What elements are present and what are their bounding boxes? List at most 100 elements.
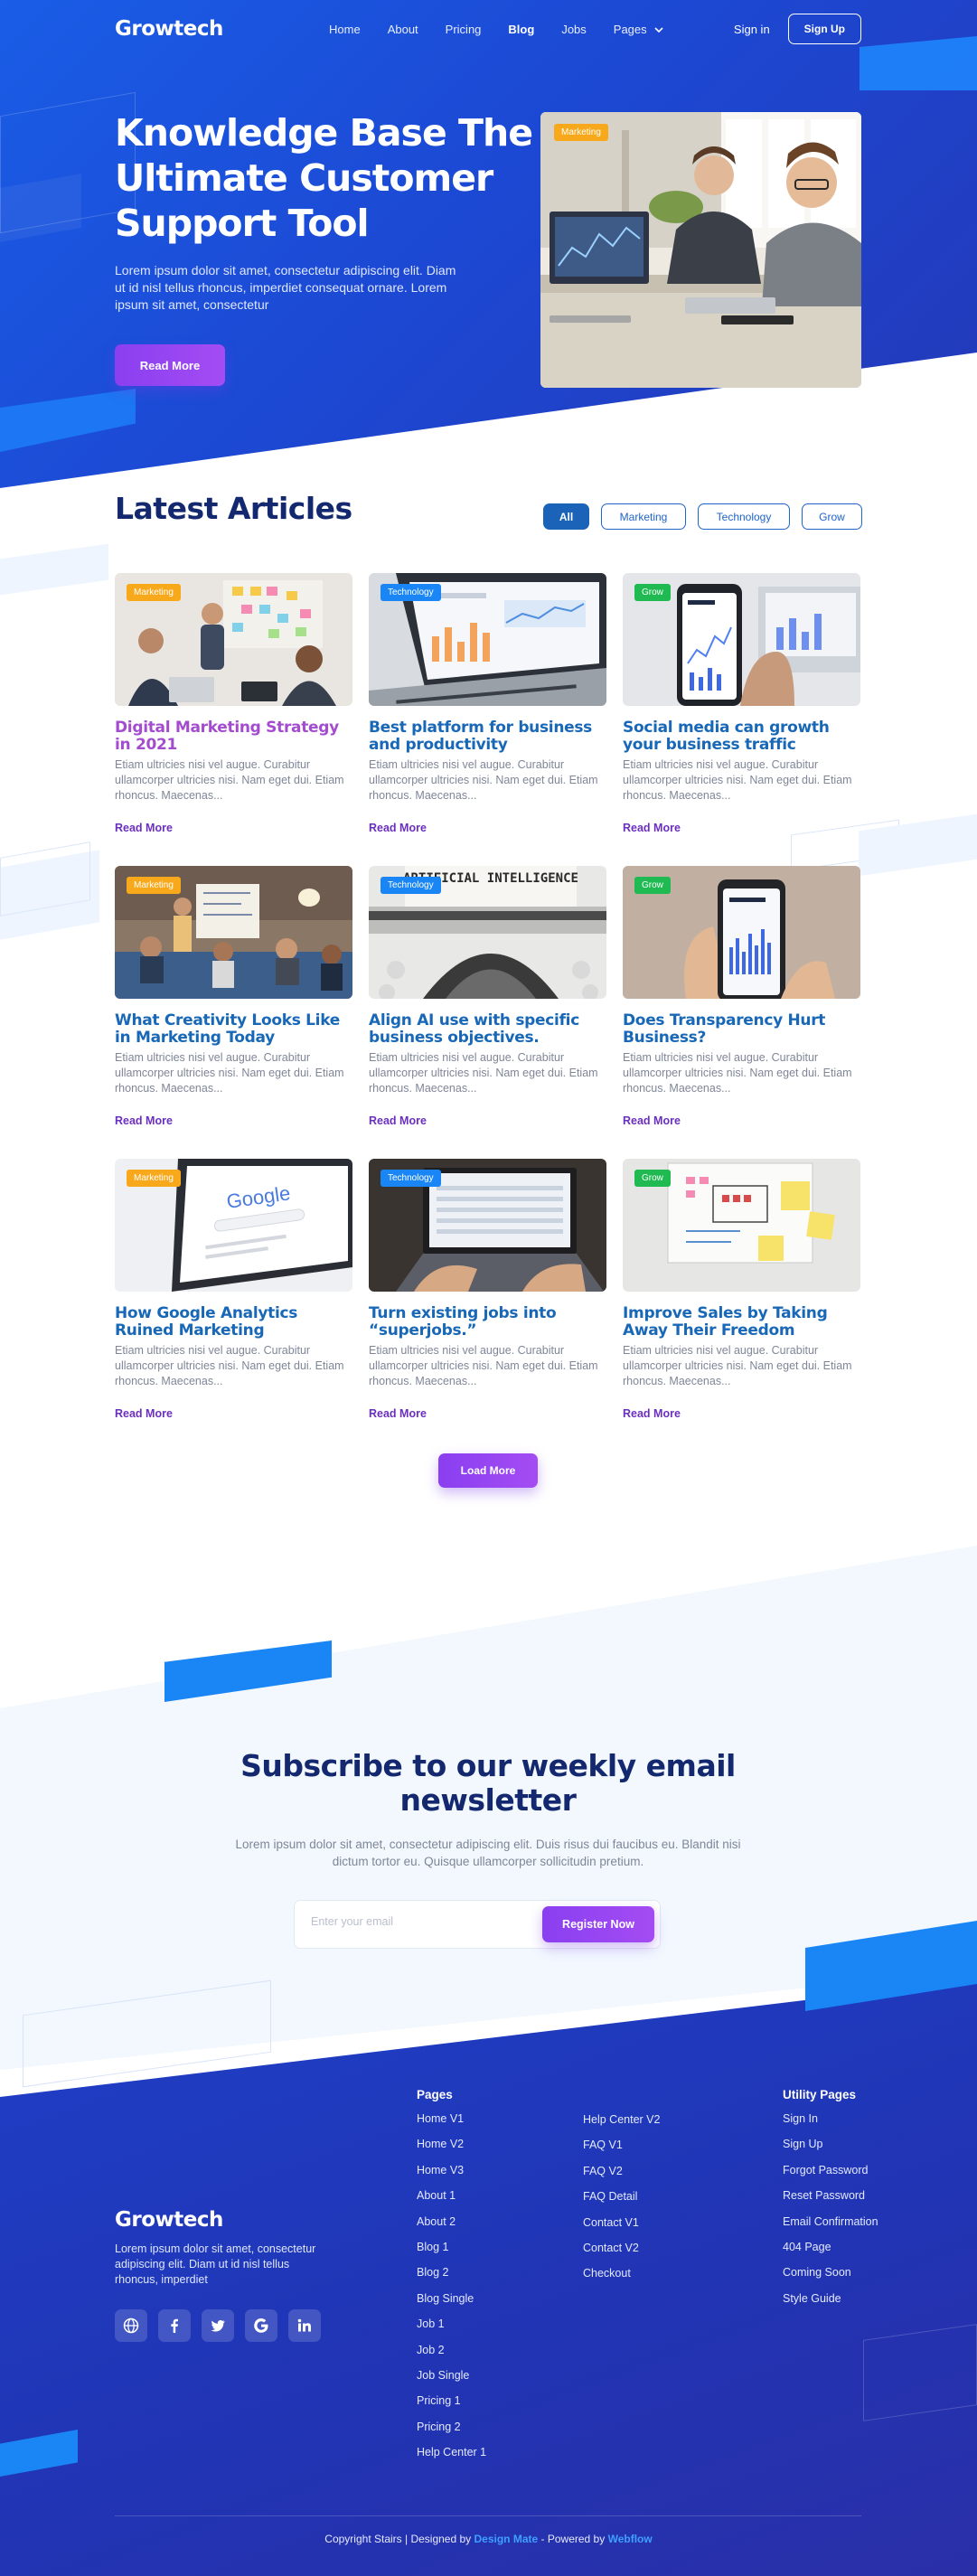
- article-card[interactable]: Technology Turn existing jobs into “supe…: [369, 1159, 606, 1420]
- nav-dropdown-pages[interactable]: Pages: [614, 23, 663, 36]
- footer-link[interactable]: 404 Page: [783, 2241, 878, 2266]
- footer-link[interactable]: Email Confirmation: [783, 2215, 878, 2241]
- footer-link[interactable]: Sign In: [783, 2112, 878, 2138]
- nav-link-home[interactable]: Home: [329, 23, 361, 36]
- footer-link[interactable]: FAQ Detail: [583, 2190, 660, 2215]
- footer-link[interactable]: Job Single: [417, 2369, 486, 2394]
- article-read-more-link[interactable]: Read More: [115, 822, 173, 834]
- register-now-button[interactable]: Register Now: [542, 1906, 654, 1942]
- footer-link[interactable]: FAQ V1: [583, 2139, 660, 2164]
- nav-link-pricing[interactable]: Pricing: [446, 23, 482, 36]
- article-read-more-link[interactable]: Read More: [115, 1407, 173, 1420]
- article-image[interactable]: Google Marketing: [115, 1159, 352, 1292]
- hero-read-more-button[interactable]: Read More: [115, 344, 225, 386]
- article-title[interactable]: Digital Marketing Strategy in 2021: [115, 719, 352, 754]
- footer-link[interactable]: Contact V1: [583, 2216, 660, 2242]
- article-card[interactable]: Marketing Digital Marketing Strategy in …: [115, 573, 352, 834]
- article-title[interactable]: Align AI use with specific business obje…: [369, 1012, 606, 1047]
- office-workers-illustration: [540, 112, 861, 388]
- sign-in-link[interactable]: Sign in: [734, 23, 770, 36]
- article-card[interactable]: Google Marketing How Google Analytics Ru…: [115, 1159, 352, 1420]
- footer-link[interactable]: Style Guide: [783, 2292, 878, 2317]
- social-facebook-button[interactable]: [158, 2309, 191, 2342]
- article-title[interactable]: Does Transparency Hurt Business?: [623, 1012, 860, 1047]
- article-title[interactable]: Turn existing jobs into “superjobs.”: [369, 1305, 606, 1340]
- footer-link[interactable]: Blog 2: [417, 2266, 486, 2291]
- category-filters: All Marketing Technology Grow: [543, 503, 862, 530]
- footer-link[interactable]: Help Center 1: [417, 2446, 486, 2471]
- article-excerpt: Etiam ultricies nisi vel augue. Curabitu…: [623, 758, 852, 802]
- footer-link[interactable]: Pricing 1: [417, 2394, 486, 2420]
- footer-link[interactable]: Reset Password: [783, 2189, 878, 2214]
- category-badge: Technology: [380, 877, 441, 894]
- logo[interactable]: Growtech: [115, 17, 223, 41]
- footer-pages-column: Pages Home V1 Home V2 Home V3 About 1 Ab…: [417, 2088, 486, 2471]
- article-read-more-link[interactable]: Read More: [115, 1114, 173, 1127]
- social-globe-button[interactable]: [115, 2309, 147, 2342]
- footer-logo[interactable]: Growtech: [115, 2208, 223, 2232]
- article-read-more-link[interactable]: Read More: [623, 1114, 681, 1127]
- footer-link[interactable]: Forgot Password: [783, 2164, 878, 2189]
- footer-link[interactable]: Home V2: [417, 2138, 486, 2163]
- footer-link[interactable]: About 2: [417, 2215, 486, 2241]
- footer-link[interactable]: Help Center V2: [583, 2113, 660, 2139]
- article-title[interactable]: Social media can growth your business tr…: [623, 719, 860, 754]
- article-title[interactable]: Improve Sales by Taking Away Their Freed…: [623, 1305, 860, 1340]
- footer-link[interactable]: Home V3: [417, 2164, 486, 2189]
- article-image[interactable]: Marketing: [115, 866, 352, 999]
- article-title[interactable]: How Google Analytics Ruined Marketing: [115, 1305, 352, 1340]
- footer-link[interactable]: Job 2: [417, 2344, 486, 2369]
- article-read-more-link[interactable]: Read More: [369, 1407, 427, 1420]
- webflow-link[interactable]: Webflow: [608, 2533, 653, 2545]
- load-more-button[interactable]: Load More: [438, 1453, 538, 1488]
- article-title[interactable]: What Creativity Looks Like in Marketing …: [115, 1012, 352, 1047]
- email-input[interactable]: [311, 1915, 519, 1928]
- article-card[interactable]: Marketing What Creativity Looks Like in …: [115, 866, 352, 1127]
- footer-link[interactable]: Home V1: [417, 2112, 486, 2138]
- footer-link[interactable]: Job 1: [417, 2317, 486, 2343]
- article-image[interactable]: Marketing: [115, 573, 352, 706]
- article-card[interactable]: ARTIFICIAL INTELLIGENCE Technology Align…: [369, 866, 606, 1127]
- footer-link[interactable]: Checkout: [583, 2267, 660, 2292]
- article-image[interactable]: Grow: [623, 866, 860, 999]
- article-read-more-link[interactable]: Read More: [623, 822, 681, 834]
- article-image[interactable]: Technology: [369, 1159, 606, 1292]
- google-icon: [254, 2318, 268, 2333]
- article-read-more-link[interactable]: Read More: [369, 1114, 427, 1127]
- footer-link[interactable]: Blog Single: [417, 2292, 486, 2317]
- footer-link[interactable]: FAQ V2: [583, 2165, 660, 2190]
- newsletter-form: Register Now: [294, 1900, 661, 1949]
- nav-link-about[interactable]: About: [388, 23, 418, 36]
- article-card[interactable]: Grow Does Transparency Hurt Business? Et…: [623, 866, 860, 1127]
- filter-technology[interactable]: Technology: [698, 503, 790, 530]
- filter-all[interactable]: All: [543, 503, 589, 530]
- footer-description: Lorem ipsum dolor sit amet, consectetur …: [115, 2242, 316, 2286]
- article-card[interactable]: Grow Social media can growth your busine…: [623, 573, 860, 834]
- filter-grow[interactable]: Grow: [802, 503, 862, 530]
- footer-link[interactable]: Sign Up: [783, 2138, 878, 2163]
- article-read-more-link[interactable]: Read More: [623, 1407, 681, 1420]
- page: Growtech Home About Pricing Blog Jobs Pa…: [0, 0, 977, 2576]
- designer-link[interactable]: Design Mate: [474, 2533, 539, 2545]
- footer-link[interactable]: About 1: [417, 2189, 486, 2214]
- social-twitter-button[interactable]: [202, 2309, 234, 2342]
- sign-up-button[interactable]: Sign Up: [787, 14, 861, 44]
- social-linkedin-button[interactable]: [288, 2309, 321, 2342]
- footer-link[interactable]: Blog 1: [417, 2241, 486, 2266]
- article-image[interactable]: Grow: [623, 1159, 860, 1292]
- article-card[interactable]: Grow Improve Sales by Taking Away Their …: [623, 1159, 860, 1420]
- footer-link[interactable]: Contact V2: [583, 2242, 660, 2267]
- article-image[interactable]: Technology: [369, 573, 606, 706]
- article-image[interactable]: ARTIFICIAL INTELLIGENCE Technology: [369, 866, 606, 999]
- article-card[interactable]: Technology Best platform for business an…: [369, 573, 606, 834]
- footer-link[interactable]: Coming Soon: [783, 2266, 878, 2291]
- article-image[interactable]: Grow: [623, 573, 860, 706]
- footer-link[interactable]: Pricing 2: [417, 2421, 486, 2446]
- nav-link-jobs[interactable]: Jobs: [561, 23, 586, 36]
- article-read-more-link[interactable]: Read More: [369, 822, 427, 834]
- nav-link-blog[interactable]: Blog: [508, 23, 534, 36]
- social-google-button[interactable]: [245, 2309, 277, 2342]
- filter-marketing[interactable]: Marketing: [601, 503, 686, 530]
- article-title[interactable]: Best platform for business and productiv…: [369, 719, 606, 754]
- article-excerpt: Etiam ultricies nisi vel augue. Curabitu…: [623, 1344, 852, 1387]
